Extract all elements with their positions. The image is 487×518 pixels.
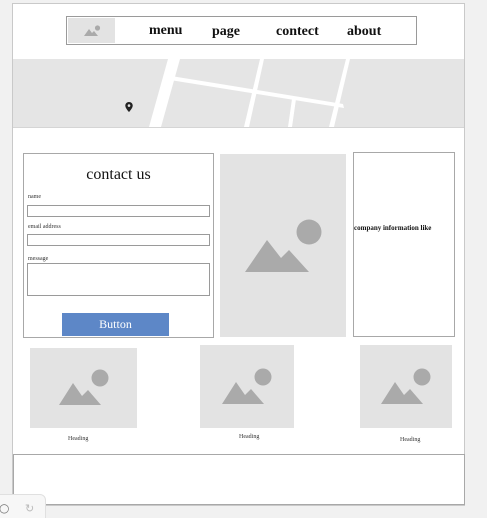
map-pin-icon[interactable]	[125, 102, 133, 112]
image-placeholder-icon	[84, 25, 101, 36]
email-label: email address	[28, 224, 61, 230]
image-placeholder-icon	[381, 368, 431, 404]
image-placeholder-icon	[245, 219, 322, 272]
footer	[13, 454, 465, 505]
map[interactable]	[13, 59, 464, 127]
name-label: name	[28, 194, 41, 200]
card-heading: Heading	[239, 434, 260, 440]
card-heading: Heading	[400, 437, 421, 443]
contact-title: contact us	[86, 166, 151, 183]
image-placeholder-icon	[222, 368, 272, 404]
card-heading: Heading	[68, 436, 89, 442]
corner-toolbar: ○ ↻	[0, 494, 46, 518]
card-image	[200, 345, 294, 428]
nav-bar: menu page contect about	[66, 16, 417, 45]
submit-button[interactable]: Button	[62, 313, 169, 336]
nav-item-contect[interactable]: contect	[276, 24, 319, 40]
nav-item-page[interactable]: page	[212, 24, 240, 40]
image-placeholder-icon	[58, 369, 108, 405]
nav-item-menu[interactable]: menu	[149, 23, 182, 39]
redo-icon[interactable]: ↻	[25, 502, 34, 515]
section-divider	[13, 127, 464, 128]
nav-item-about[interactable]: about	[347, 24, 381, 40]
card-image	[30, 348, 137, 428]
company-info-text: company information like	[354, 224, 432, 232]
message-label: message	[28, 256, 49, 262]
message-field[interactable]	[27, 263, 210, 296]
zoom-circle-icon[interactable]: ○	[0, 501, 9, 515]
email-field[interactable]	[27, 234, 210, 246]
company-info-box: company information like	[353, 152, 455, 337]
image-placeholder-large	[220, 154, 346, 337]
logo-placeholder	[68, 18, 115, 43]
card-image	[360, 345, 452, 428]
map-roads	[149, 59, 350, 127]
name-field[interactable]	[27, 205, 210, 217]
contact-form: contact us name email address message Bu…	[23, 153, 214, 338]
